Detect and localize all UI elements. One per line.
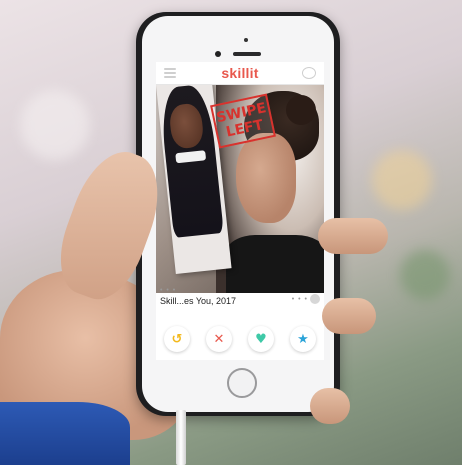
- blue-sleeve: [0, 402, 130, 465]
- avatar: [310, 294, 320, 304]
- card-caption: Skill...es You, 2017: [160, 296, 237, 306]
- earpiece-speaker: [233, 52, 261, 56]
- undo-icon: ↺: [171, 331, 183, 347]
- undo-button[interactable]: ↺: [164, 326, 190, 352]
- charging-cable: [176, 410, 186, 465]
- like-button[interactable]: ♥: [248, 326, 274, 352]
- more-dots: • • •: [160, 287, 177, 294]
- hand-finger: [322, 298, 376, 334]
- app-logo: skillit: [221, 65, 259, 81]
- heart-icon: ♥: [255, 331, 267, 347]
- hand-finger: [318, 218, 388, 254]
- close-icon: ✕: [213, 331, 225, 347]
- background-bokeh: [400, 250, 450, 300]
- photo-subject-bun: [286, 95, 316, 125]
- home-button[interactable]: [227, 368, 257, 398]
- photo-subject-shirt: [226, 235, 324, 293]
- background-bokeh: [372, 150, 432, 210]
- dislike-button[interactable]: ✕: [206, 326, 232, 352]
- front-camera: [215, 51, 221, 57]
- chat-bubble-icon[interactable]: [302, 67, 316, 79]
- more-options-dots[interactable]: • • •: [292, 296, 308, 303]
- star-icon: ★: [297, 331, 309, 347]
- profile-card-photo[interactable]: SWIPE LEFT: [156, 85, 324, 293]
- phone-screen: skillit SWIPE LEFT • • • Skill...es You,…: [156, 62, 324, 360]
- hand-finger: [310, 388, 350, 424]
- front-sensor: [244, 38, 248, 42]
- background-bokeh: [20, 90, 90, 160]
- action-bar: ↺ ✕ ♥ ★: [156, 324, 324, 354]
- superlike-button[interactable]: ★: [290, 326, 316, 352]
- app-header: skillit: [156, 62, 324, 85]
- photo-subject-face: [236, 133, 296, 223]
